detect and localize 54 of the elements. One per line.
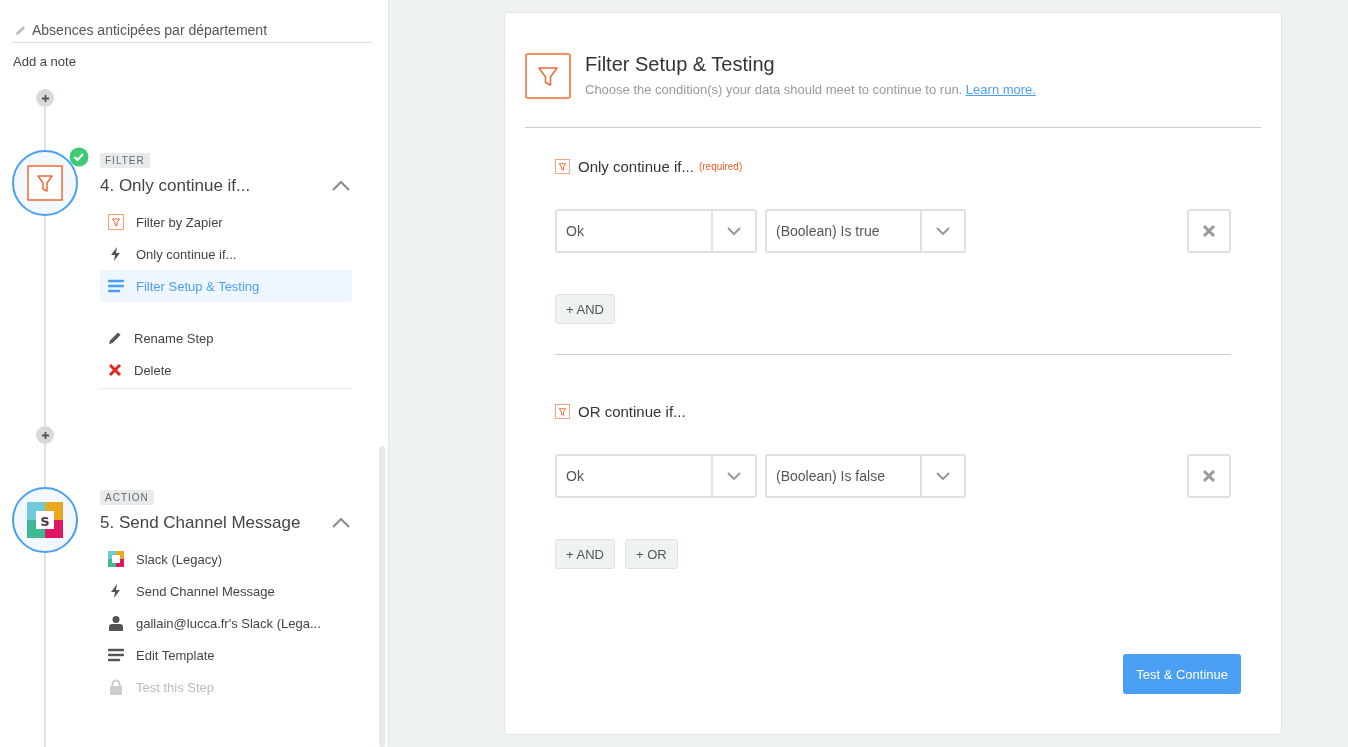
- field-select[interactable]: Ok: [555, 454, 757, 498]
- chevron-icon[interactable]: [332, 518, 350, 528]
- operator-select[interactable]: (Boolean) Is true: [765, 209, 966, 253]
- slack-logo-icon: [108, 551, 124, 567]
- panel-title: Filter Setup & Testing: [585, 53, 776, 76]
- chevron-down-icon: [727, 227, 741, 235]
- condition-group-title: Only continue if...: [578, 158, 694, 175]
- add-condition-button[interactable]: + OR: [624, 539, 678, 569]
- plus-icon: [40, 430, 50, 440]
- pencil-icon: [108, 331, 122, 345]
- step-menu-item[interactable]: Edit Template: [100, 639, 352, 671]
- add-step-button[interactable]: [36, 89, 54, 107]
- step-title: 4. Only continue if...: [100, 176, 251, 196]
- operator-select[interactable]: (Boolean) Is false: [765, 454, 966, 498]
- condition-group-title: OR continue if...: [578, 403, 686, 420]
- add-condition-button[interactable]: + AND: [555, 539, 615, 569]
- remove-condition-button[interactable]: [1187, 454, 1231, 498]
- lines-icon: [108, 278, 124, 294]
- pencil-icon: [15, 24, 26, 36]
- step-menu-item[interactable]: Slack (Legacy): [100, 543, 352, 575]
- step-menu-item[interactable]: Only continue if...: [100, 238, 352, 270]
- step-circle[interactable]: s: [12, 487, 78, 553]
- zap-title-field[interactable]: Absences anticipées par département: [13, 22, 371, 43]
- required-label: (required): [698, 161, 743, 172]
- plus-icon: [40, 93, 50, 103]
- chevron-icon[interactable]: [332, 181, 350, 191]
- chevron-down-icon: [727, 472, 741, 480]
- step-menu-item[interactable]: Send Channel Message: [100, 575, 352, 607]
- filter-icon: [108, 214, 124, 230]
- panel-description: Choose the condition(s) your data should meet to continue to run.: [585, 82, 963, 97]
- step-menu-item[interactable]: Filter by Zapier: [100, 206, 352, 238]
- person-icon: [108, 615, 124, 631]
- close-icon: [108, 363, 122, 377]
- add-step-button[interactable]: [36, 426, 54, 444]
- lock-icon: [108, 679, 124, 695]
- field-select[interactable]: Ok: [555, 209, 757, 253]
- step-menu-item[interactable]: gallain@lucca.fr's Slack (Lega...: [100, 607, 352, 639]
- chevron-down-icon: [936, 227, 950, 235]
- step-type-badge: ACTION: [100, 490, 154, 505]
- add-note-link[interactable]: Add a note: [13, 54, 367, 69]
- add-condition-button[interactable]: + AND: [555, 294, 615, 324]
- chevron-down-icon: [936, 472, 950, 480]
- step-title: 5. Send Channel Message: [100, 513, 301, 533]
- filter-icon: [555, 159, 570, 174]
- close-icon: [1202, 469, 1216, 483]
- filter-icon: [27, 165, 63, 201]
- remove-condition-button[interactable]: [1187, 209, 1231, 253]
- filter-icon: [555, 404, 570, 419]
- delete-button[interactable]: Delete: [100, 354, 352, 386]
- lines-icon: [108, 647, 124, 663]
- close-icon: [1202, 224, 1216, 238]
- step-type-badge: FILTER: [100, 153, 150, 168]
- filter-icon: [525, 53, 571, 99]
- rename-button[interactable]: Rename Step: [100, 322, 352, 354]
